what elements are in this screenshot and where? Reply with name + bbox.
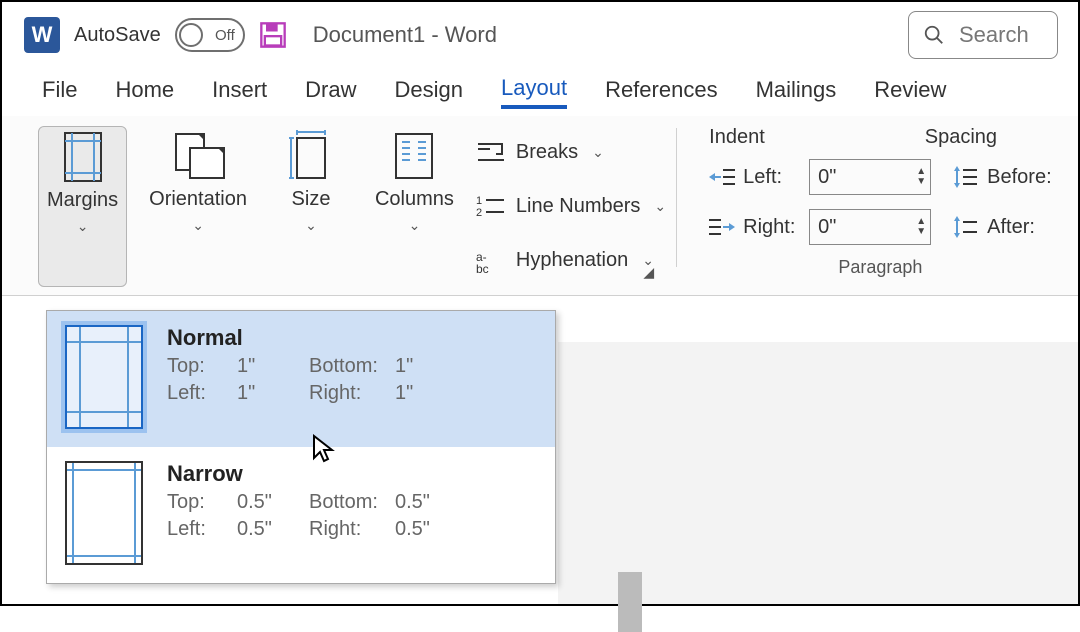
svg-text:1: 1 [476, 195, 482, 207]
indent-left-input[interactable]: 0"▲▼ [809, 159, 931, 195]
indent-right-input[interactable]: 0"▲▼ [809, 209, 931, 245]
margins-option-normal[interactable]: Normal Top:1" Bottom:1" Left:1" Right:1" [47, 311, 555, 447]
margins-dropdown: Normal Top:1" Bottom:1" Left:1" Right:1"… [46, 310, 556, 584]
spacing-before-label: Before: [987, 166, 1051, 189]
margins-button[interactable]: Margins ⌄ [38, 126, 127, 287]
search-icon [923, 24, 945, 46]
page-setup-launcher[interactable]: ◢ [643, 264, 654, 281]
columns-icon [392, 130, 436, 182]
tab-review[interactable]: Review [874, 77, 946, 107]
indent-left-icon [709, 166, 735, 188]
chevron-down-icon: ⌄ [192, 217, 204, 234]
size-button[interactable]: Size ⌄ [269, 126, 353, 287]
indent-right-icon [709, 216, 735, 238]
ribbon-tabs: File Home Insert Draw Design Layout Refe… [2, 68, 1078, 116]
margins-option-title: Normal [167, 325, 539, 351]
tab-design[interactable]: Design [395, 77, 463, 107]
orientation-button[interactable]: Orientation ⌄ [141, 126, 255, 287]
spacing-after-label: After: [987, 216, 1035, 239]
columns-button[interactable]: Columns ⌄ [367, 126, 462, 287]
size-icon [289, 130, 333, 182]
line-numbers-icon: 12 [476, 194, 506, 218]
margins-icon [61, 131, 105, 183]
word-icon: W [24, 17, 60, 53]
spacing-before-icon [953, 166, 979, 188]
breaks-icon [476, 140, 506, 164]
autosave-state: Off [215, 27, 235, 44]
orientation-icon [170, 130, 226, 182]
tab-insert[interactable]: Insert [212, 77, 267, 107]
search-box[interactable]: Search [908, 11, 1058, 59]
indent-left-label: Left: [743, 166, 801, 189]
chevron-down-icon: ⌄ [305, 217, 317, 234]
tab-file[interactable]: File [42, 77, 77, 107]
spacing-header: Spacing [925, 126, 997, 149]
page-setup-group: Margins ⌄ Orientation ⌄ Size ⌄ Columns ⌄ [38, 126, 666, 287]
chevron-down-icon: ⌄ [409, 217, 421, 234]
chevron-down-icon: ⌄ [654, 198, 666, 215]
chevron-down-icon: ⌄ [77, 218, 89, 235]
tab-references[interactable]: References [605, 77, 718, 107]
margins-option-narrow[interactable]: Narrow Top:0.5" Bottom:0.5" Left:0.5" Ri… [47, 447, 555, 583]
search-placeholder: Search [959, 22, 1029, 48]
margins-option-title: Narrow [167, 461, 539, 487]
group-separator [676, 128, 677, 267]
svg-text:bc: bc [476, 262, 489, 273]
tab-mailings[interactable]: Mailings [756, 77, 837, 107]
spacing-after-icon [953, 216, 979, 238]
document-area[interactable] [558, 342, 1078, 604]
page-edge [618, 572, 642, 632]
save-icon[interactable] [259, 21, 287, 49]
page-setup-stack: Breaks⌄ 12 Line Numbers⌄ a-bc Hyphenatio… [476, 126, 666, 287]
breaks-button[interactable]: Breaks⌄ [476, 140, 666, 164]
hyphenation-button[interactable]: a-bc Hyphenation⌄ [476, 249, 666, 273]
autosave-label: AutoSave [74, 24, 161, 47]
paragraph-group: Indent Spacing Left: 0"▲▼ Before: Right:… [691, 126, 1051, 287]
hyphenation-icon: a-bc [476, 249, 506, 273]
document-title: Document1 - Word [313, 22, 497, 48]
margins-thumb-narrow [65, 461, 143, 565]
title-bar: W AutoSave Off Document1 - Word Search [2, 2, 1078, 68]
indent-header: Indent [709, 126, 765, 149]
paragraph-group-label: Paragraph [709, 257, 1051, 278]
ribbon: Margins ⌄ Orientation ⌄ Size ⌄ Columns ⌄ [2, 116, 1078, 296]
tab-draw[interactable]: Draw [305, 77, 356, 107]
line-numbers-button[interactable]: 12 Line Numbers⌄ [476, 194, 666, 218]
svg-text:2: 2 [476, 207, 482, 218]
tab-home[interactable]: Home [115, 77, 174, 107]
tab-layout[interactable]: Layout [501, 75, 567, 109]
mouse-cursor-icon [312, 434, 336, 464]
autosave-toggle[interactable]: Off [175, 18, 245, 52]
toggle-knob [179, 23, 203, 47]
indent-right-label: Right: [743, 216, 801, 239]
chevron-down-icon: ⌄ [592, 144, 604, 161]
margins-thumb-normal [65, 325, 143, 429]
